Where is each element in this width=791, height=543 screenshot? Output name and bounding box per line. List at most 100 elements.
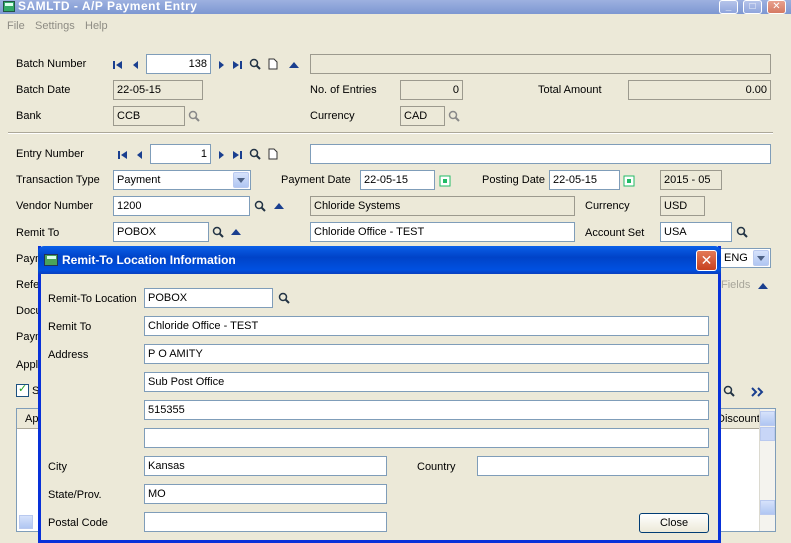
menu-help[interactable]: Help	[85, 20, 108, 32]
remit-location-finder-icon[interactable]	[278, 292, 290, 304]
language-select[interactable]: ENG	[720, 248, 771, 268]
address-label: Address	[48, 349, 89, 361]
entries-label: No. of Entries	[310, 84, 377, 96]
address-line-2[interactable]: Sub Post Office	[144, 372, 709, 392]
menu-file[interactable]: File	[7, 20, 25, 32]
grid-finder-icon[interactable]	[723, 385, 735, 397]
grid-col-ap: Ap	[25, 413, 39, 425]
remit-name-field[interactable]: Chloride Office - TEST	[310, 222, 575, 242]
address-line-3[interactable]: 515355	[144, 400, 709, 420]
transaction-type-select[interactable]: Payment	[113, 170, 251, 190]
entry-first-icon[interactable]	[117, 149, 129, 161]
account-set-label: Account Set	[585, 227, 645, 239]
partial-label-reference: Refe	[16, 279, 40, 291]
account-set-input[interactable]: USA	[660, 222, 732, 242]
close-icon[interactable]: ✕	[696, 250, 717, 271]
finder-icon[interactable]	[249, 58, 261, 70]
dialog-title-bar: Remit-To Location Information ✕	[38, 246, 721, 274]
remit-location-label: Remit-To Location	[48, 293, 137, 305]
partial-label-apply: Appl	[16, 359, 39, 371]
scroll-up-icon[interactable]	[760, 411, 775, 426]
title-bar: SAMLTD - A/P Payment Entry _ □ ✕	[0, 0, 791, 14]
dialog-body: Remit-To Location POBOX Remit To Chlorid…	[41, 274, 718, 543]
posting-date-label: Posting Date	[482, 174, 545, 186]
chevron-down-icon[interactable]	[233, 172, 249, 188]
scroll-left-icon[interactable]	[19, 515, 33, 529]
address-line-4[interactable]	[144, 428, 709, 448]
entry-last-icon[interactable]	[231, 149, 243, 161]
entry-finder-icon[interactable]	[249, 148, 261, 160]
payment-date-label: Payment Date	[281, 174, 351, 186]
state-input[interactable]: MO	[144, 484, 387, 504]
total-amount-field: 0.00	[628, 80, 771, 100]
minimize-button[interactable]: _	[719, 0, 738, 14]
batch-number-label: Batch Number	[16, 58, 87, 70]
menu-bar: File Settings Help	[0, 17, 791, 35]
entry-previous-icon[interactable]	[134, 149, 146, 161]
grid-col-discount: Discount	[717, 413, 760, 425]
menu-settings[interactable]: Settings	[35, 20, 75, 32]
new-document-icon[interactable]	[267, 58, 279, 70]
batch-date-label: Batch Date	[16, 84, 71, 96]
close-button[interactable]: Close	[639, 513, 709, 533]
entry-number-input[interactable]: 1	[150, 144, 211, 164]
transaction-type-value: Payment	[117, 174, 161, 186]
partial-checkbox[interactable]	[16, 382, 29, 397]
account-set-finder-icon[interactable]	[736, 226, 748, 238]
next-icon[interactable]	[215, 59, 227, 71]
address-line-1[interactable]: P O AMITY	[144, 344, 709, 364]
batch-date-field: 22-05-15	[113, 80, 203, 100]
entry-description-input[interactable]	[310, 144, 771, 164]
last-icon[interactable]	[231, 59, 243, 71]
postal-code-label: Postal Code	[48, 517, 108, 529]
country-input[interactable]	[477, 456, 709, 476]
bank-finder-icon[interactable]	[188, 110, 200, 122]
transaction-type-label: Transaction Type	[16, 174, 100, 186]
scroll-thumb[interactable]	[760, 427, 775, 441]
dialog-remit-to-label: Remit To	[48, 321, 92, 333]
window-title: SAMLTD - A/P Payment Entry	[18, 0, 198, 13]
state-label: State/Prov.	[48, 489, 102, 501]
optional-fields-label: Fields	[721, 279, 751, 291]
language-chevron-icon[interactable]	[753, 250, 769, 266]
double-chevron-icon[interactable]	[750, 386, 766, 398]
vendor-currency-label: Currency	[585, 200, 630, 212]
postal-code-input[interactable]	[144, 512, 387, 532]
entry-number-label: Entry Number	[16, 148, 84, 160]
city-input[interactable]: Kansas	[144, 456, 387, 476]
calendar-icon[interactable]	[439, 175, 451, 187]
total-amount-label: Total Amount	[538, 84, 602, 96]
remit-to-input[interactable]: POBOX	[113, 222, 209, 242]
entry-new-icon[interactable]	[267, 148, 279, 160]
close-window-button[interactable]: ✕	[767, 0, 786, 14]
currency-finder-icon[interactable]	[448, 110, 460, 122]
vendor-number-input[interactable]: 1200	[113, 196, 250, 216]
entry-next-icon[interactable]	[215, 149, 227, 161]
posting-date-input[interactable]: 22-05-15	[549, 170, 620, 190]
vendor-finder-icon[interactable]	[254, 200, 266, 212]
remit-location-input[interactable]: POBOX	[144, 288, 273, 308]
previous-icon[interactable]	[130, 59, 142, 71]
dialog-remit-to-input[interactable]: Chloride Office - TEST	[144, 316, 709, 336]
payment-date-input[interactable]: 22-05-15	[360, 170, 435, 190]
vendor-name-field: Chloride Systems	[310, 196, 575, 216]
fields-zoom-icon[interactable]	[757, 280, 769, 292]
language-value: ENG	[724, 252, 748, 264]
maximize-button[interactable]: □	[743, 0, 762, 14]
vendor-currency-field: USD	[660, 196, 705, 216]
first-icon[interactable]	[112, 59, 124, 71]
batch-number-input[interactable]: 138	[146, 54, 211, 74]
section-divider	[8, 132, 773, 134]
batch-currency-label: Currency	[310, 110, 355, 122]
remit-zoom-icon[interactable]	[230, 226, 242, 238]
country-label: Country	[417, 461, 456, 473]
vendor-zoom-icon[interactable]	[273, 200, 285, 212]
scroll-down-icon[interactable]	[760, 500, 775, 515]
remit-finder-icon[interactable]	[212, 226, 224, 238]
posting-calendar-icon[interactable]	[623, 175, 635, 187]
zoom-up-icon[interactable]	[288, 59, 300, 71]
batch-currency-field: CAD	[400, 106, 445, 126]
fiscal-period-field: 2015 - 05	[660, 170, 722, 190]
grid-scrollbar[interactable]	[759, 409, 775, 531]
app-icon	[3, 1, 15, 12]
